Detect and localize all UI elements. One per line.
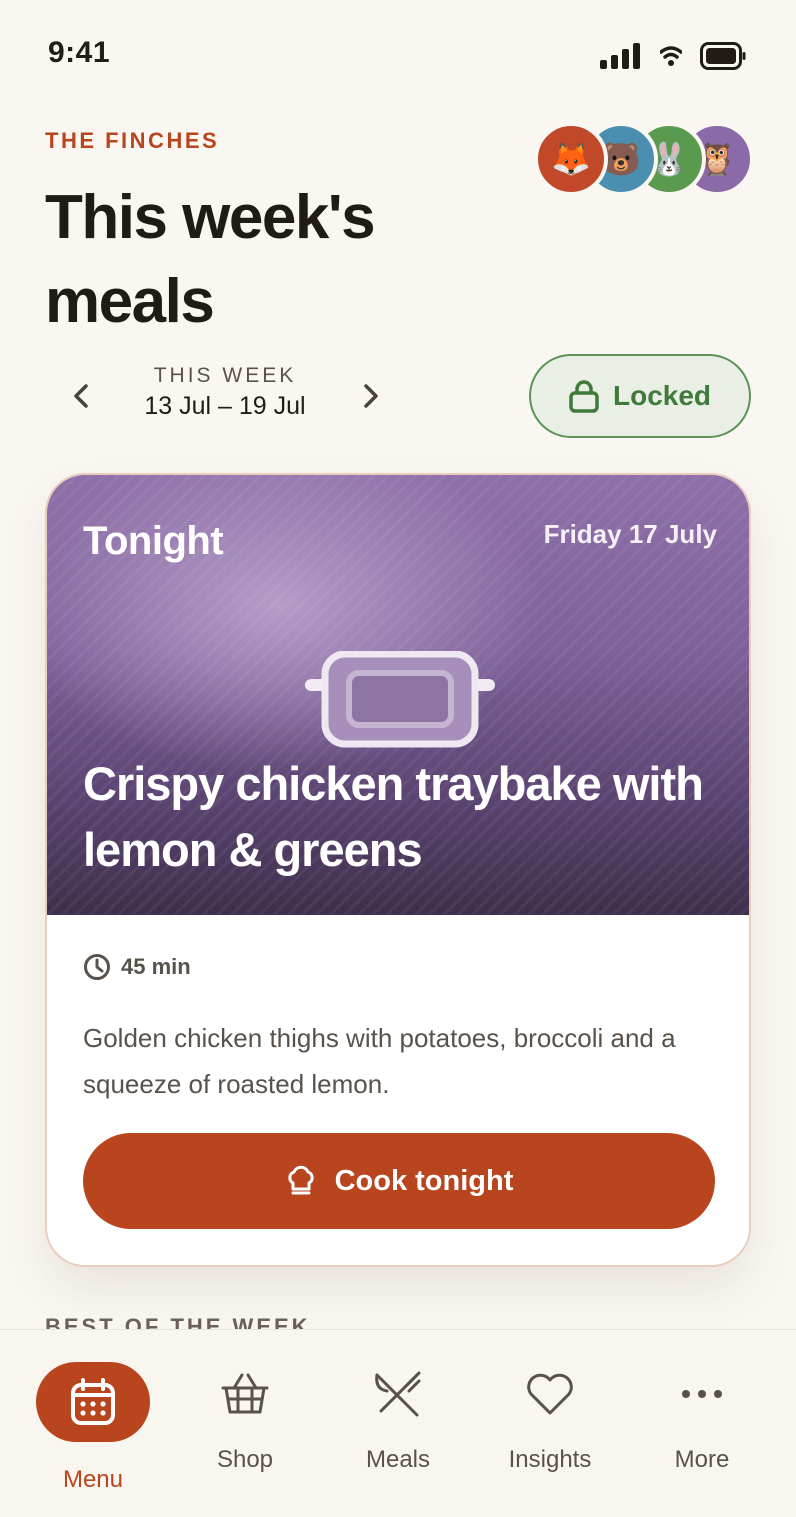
cook-tonight-button[interactable]: Cook tonight (83, 1133, 715, 1229)
chevron-right-icon (364, 384, 378, 408)
basket-icon (221, 1373, 269, 1414)
fork-knife-icon (375, 1371, 421, 1417)
meal-title: Crispy chicken traybake with lemon & gre… (83, 757, 704, 876)
week-range: 13 Jul – 19 Jul (144, 392, 306, 420)
tab-shop-label: Shop (216, 1446, 274, 1473)
avatar-fox[interactable]: 🦊 (534, 122, 608, 196)
cook-tonight-label: Cook tonight (334, 1164, 514, 1197)
next-week-button[interactable] (355, 378, 387, 414)
tab-meals-icon-wrap (341, 1362, 455, 1426)
chevron-left-icon (74, 384, 88, 408)
locked-label: Locked (612, 380, 712, 411)
tab-menu-label: Menu (62, 1466, 124, 1493)
week-eyebrow: THIS WEEK (153, 364, 297, 387)
tab-menu[interactable]: Menu (17, 1330, 169, 1517)
baking-tray-icon (305, 651, 495, 748)
tab-more[interactable]: More (626, 1330, 778, 1517)
status-bar: 9:41 (0, 0, 796, 110)
household-avatars[interactable]: 🦉 🐰 🐻 🦊 (534, 122, 754, 198)
status-icons (600, 42, 746, 70)
tab-insights-label: Insights (508, 1446, 592, 1473)
week-label: THIS WEEK 13 Jul – 19 Jul (125, 364, 325, 421)
page-title: This week's meals (45, 183, 376, 336)
tonight-meal-card[interactable]: Tonight Friday 17 July Crispy chicken tr… (45, 473, 751, 1267)
tab-shop-icon-wrap (188, 1362, 302, 1426)
duration-label: 45 min (121, 954, 191, 979)
meal-hero-image: Tonight Friday 17 July Crispy chicken tr… (47, 475, 749, 915)
meal-duration: 45 min (83, 953, 191, 981)
previous-week-button[interactable] (65, 378, 97, 414)
tab-more-icon-wrap (645, 1362, 759, 1426)
tab-shop[interactable]: Shop (169, 1330, 321, 1517)
chef-hat-icon (287, 1165, 314, 1195)
tab-meals[interactable]: Meals (322, 1330, 474, 1517)
locked-status-button[interactable]: Locked (529, 354, 751, 438)
lock-icon (569, 380, 599, 413)
battery-icon (700, 42, 746, 70)
bottom-tab-bar: Menu Shop Meals Insights More (0, 1329, 796, 1517)
status-time: 9:41 (48, 36, 111, 69)
tab-meals-label: Meals (365, 1446, 431, 1473)
more-dots-icon (682, 1390, 722, 1398)
tab-insights[interactable]: Insights (474, 1330, 626, 1517)
meal-description: Golden chicken thighs with potatoes, bro… (83, 1023, 676, 1099)
tab-menu-highlight (36, 1362, 150, 1442)
week-selector: THIS WEEK 13 Jul – 19 Jul Locked (45, 352, 751, 440)
fox-icon: 🦊 (551, 141, 591, 177)
calendar-icon (71, 1378, 115, 1425)
card-date: Friday 17 July (543, 519, 717, 549)
heart-icon (527, 1373, 573, 1415)
household-name: THE FINCHES (45, 128, 220, 153)
tab-insights-icon-wrap (493, 1362, 607, 1426)
tab-more-label: More (674, 1446, 730, 1473)
cellular-signal-icon (600, 43, 640, 69)
clock-icon (84, 954, 110, 980)
wifi-icon (660, 46, 682, 66)
card-eyebrow: Tonight (83, 519, 224, 563)
